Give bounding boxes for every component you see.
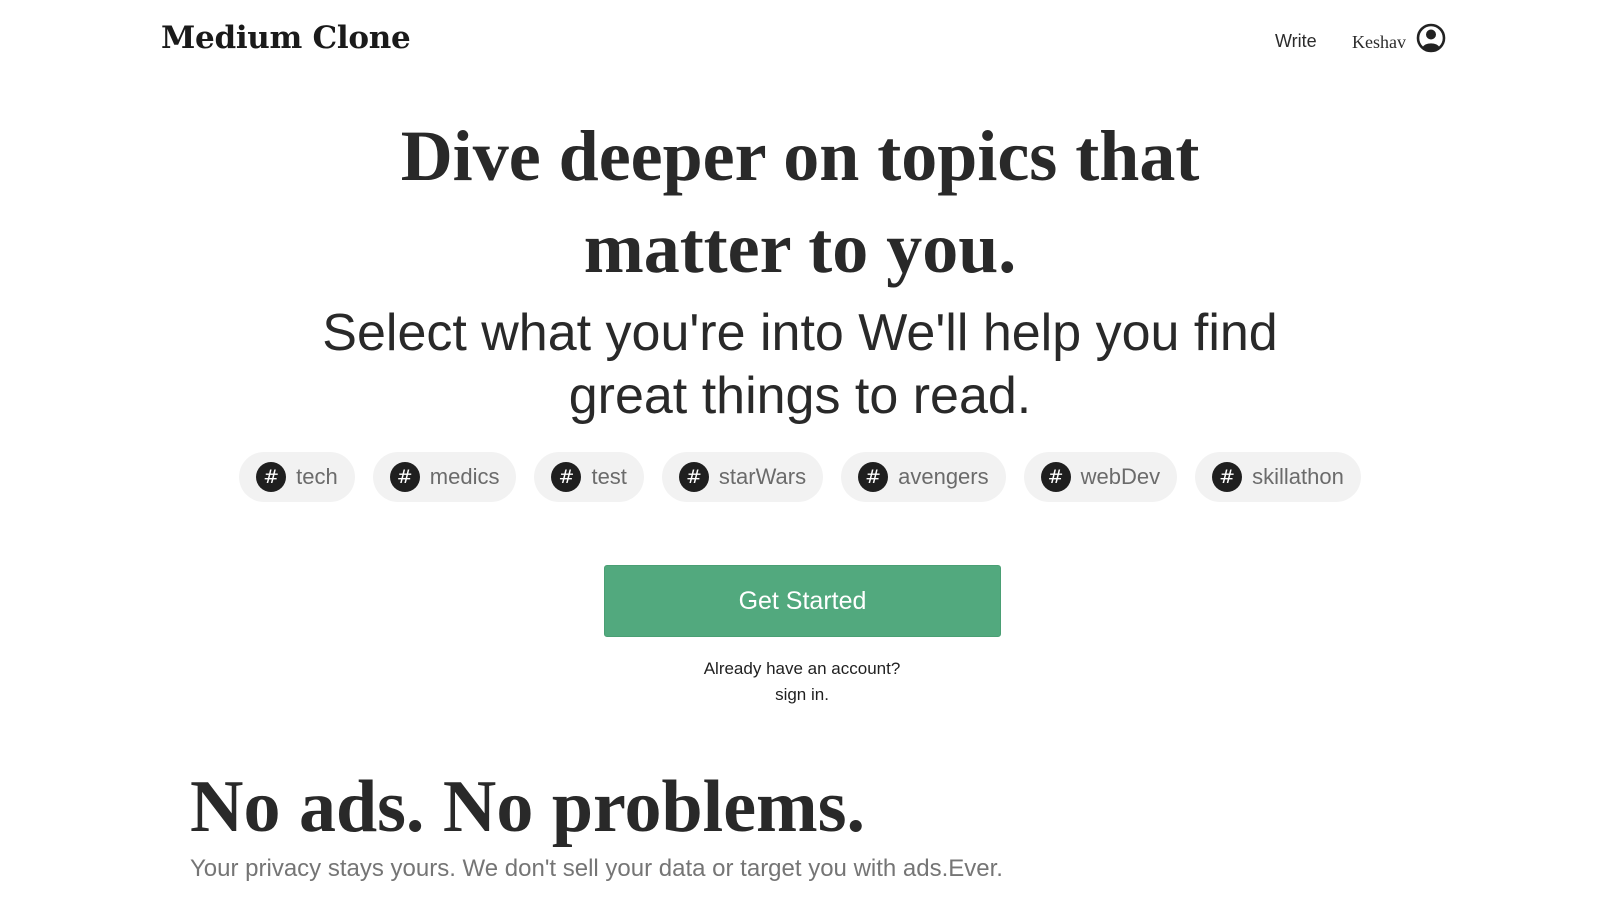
user-name-link[interactable]: Keshav [1352, 32, 1406, 53]
hashtag-icon: # [858, 462, 889, 492]
get-started-button[interactable]: Get Started [604, 565, 1001, 637]
write-link[interactable]: Write [1275, 31, 1317, 52]
topic-tags-list: # tech # medics # test # starWars # aven… [0, 452, 1600, 502]
tag-label: avengers [898, 464, 989, 489]
user-circle-icon[interactable] [1416, 23, 1446, 53]
sign-in-link[interactable]: sign in. [0, 682, 1600, 708]
account-prompt-text: Already have an account? [703, 659, 901, 678]
no-ads-section: No ads. No problems. Your privacy stays … [190, 762, 1003, 886]
tag-label: starWars [718, 464, 807, 489]
tag-chip-medics[interactable]: # medics [372, 452, 517, 502]
hashtag-icon: # [678, 462, 709, 492]
tag-label: webDev [1080, 464, 1161, 489]
section-description: Your privacy stays yours. We don't sell … [190, 855, 1003, 882]
hero-section: Dive deeper on topics that matter to you… [0, 110, 1600, 428]
hero-subtitle: Select what you're into We'll help you f… [322, 304, 1278, 425]
tag-label: skillathon [1252, 464, 1344, 489]
tag-label: tech [296, 464, 338, 489]
tag-chip-test[interactable]: # test [534, 452, 644, 502]
section-title: No ads. No problems. [190, 766, 865, 848]
hashtag-icon: # [1212, 462, 1243, 492]
tag-chip-tech[interactable]: # tech [239, 452, 355, 502]
top-navbar: Medium Clone Write Keshav [0, 0, 1600, 82]
tag-label: test [591, 464, 627, 489]
account-prompt: Already have an account? sign in. [0, 656, 1600, 708]
tag-chip-skillathon[interactable]: # skillathon [1195, 452, 1361, 502]
tag-chip-webdev[interactable]: # webDev [1023, 452, 1178, 502]
tag-label: medics [429, 464, 500, 489]
brand-logo-link[interactable]: Medium Clone [161, 20, 411, 56]
tag-chip-starwars[interactable]: # starWars [661, 452, 824, 502]
hashtag-icon: # [551, 462, 582, 492]
hashtag-icon: # [256, 462, 287, 492]
hashtag-icon: # [1040, 462, 1071, 492]
hashtag-icon: # [389, 462, 420, 492]
hero-title: Dive deeper on topics that matter to you… [400, 116, 1200, 288]
tag-chip-avengers[interactable]: # avengers [841, 452, 1006, 502]
